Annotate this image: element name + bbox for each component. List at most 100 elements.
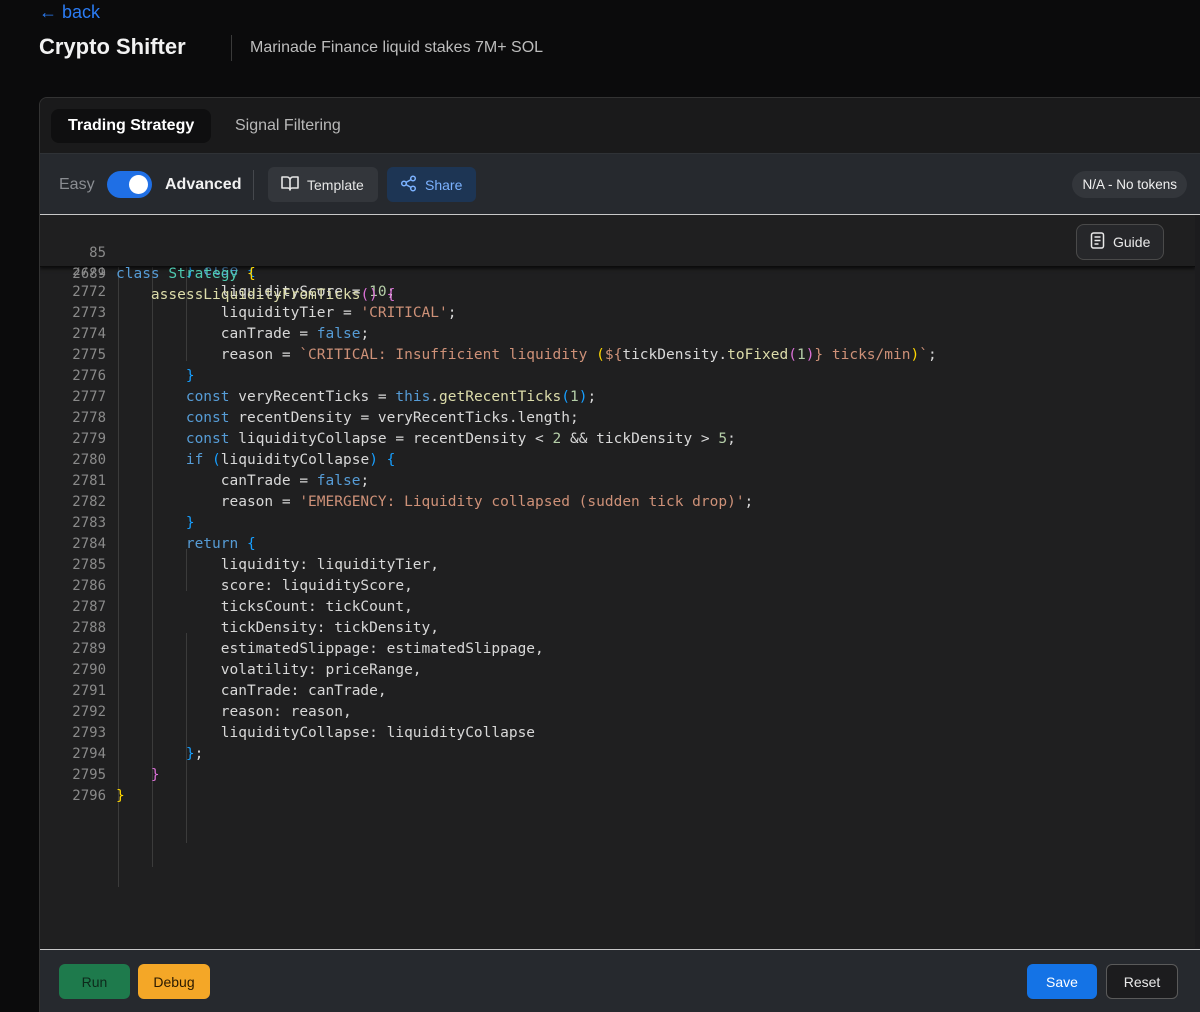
action-footer: Run Debug Save Reset	[40, 949, 1200, 1012]
code-line[interactable]: 2794 };	[40, 744, 1175, 765]
code-line[interactable]: 2777 const veryRecentTicks = this.getRec…	[40, 387, 1175, 408]
code-line[interactable]: 2782 reason = 'EMERGENCY: Liquidity coll…	[40, 492, 1175, 513]
header-divider	[231, 35, 232, 61]
guide-button[interactable]: Guide	[1076, 224, 1165, 260]
mode-easy-label: Easy	[59, 176, 95, 193]
code-line[interactable]: 2785 liquidity: liquidityTier,	[40, 555, 1175, 576]
code-line[interactable]: 2780 if (liquidityCollapse) {	[40, 450, 1175, 471]
code-line[interactable]: 2779 const liquidityCollapse = recentDen…	[40, 429, 1175, 450]
line-number: 2784	[72, 536, 106, 552]
mode-toggle[interactable]	[107, 171, 152, 198]
share-button[interactable]: Share	[387, 167, 476, 202]
code-text: canTrade = false;	[116, 326, 370, 342]
code-text: score: liquidityScore,	[116, 578, 413, 594]
debug-button[interactable]: Debug	[138, 964, 210, 999]
line-number: 2791	[72, 683, 106, 699]
code-line[interactable]: 2786 score: liquidityScore,	[40, 576, 1175, 597]
code-line[interactable]: 2790 volatility: priceRange,	[40, 660, 1175, 681]
line-number: 2786	[72, 578, 106, 594]
code-text: reason = `CRITICAL: Insufficient liquidi…	[116, 347, 937, 363]
code-text: canTrade: canTrade,	[116, 683, 387, 699]
page-subtitle: Marinade Finance liquid stakes 7M+ SOL	[250, 39, 544, 56]
code-text: }	[185, 515, 195, 531]
code-text: const veryRecentTicks = this.getRecentTi…	[185, 389, 597, 405]
code-text: class Strategy {	[116, 266, 256, 282]
line-number: 2783	[72, 515, 106, 531]
reset-button[interactable]: Reset	[1106, 964, 1178, 999]
line-number: 2785	[72, 557, 106, 573]
line-number: 2790	[72, 662, 106, 678]
line-number: 2778	[72, 410, 106, 426]
tab-signal-filtering[interactable]: Signal Filtering	[218, 109, 358, 143]
code-text: assessLiquidityFromTicks() {	[150, 287, 396, 303]
sticky-scroll-header[interactable]: 85 class Strategy { 2689 assessLiquidity…	[40, 215, 1195, 303]
code-line[interactable]: 2775 reason = `CRITICAL: Insufficient li…	[40, 345, 1175, 366]
line-number: 2788	[72, 620, 106, 636]
code-line[interactable]: 2789 estimatedSlippage: estimatedSlippag…	[40, 639, 1175, 660]
code-line[interactable]: 2795 }	[40, 765, 1175, 786]
code-text: }	[150, 767, 160, 783]
code-line[interactable]: 2773 liquidityTier = 'CRITICAL';	[40, 303, 1175, 324]
line-number: 2775	[72, 347, 106, 363]
code-line[interactable]: 2788 tickDensity: tickDensity,	[40, 618, 1175, 639]
code-text: liquidityTier = 'CRITICAL';	[116, 305, 457, 321]
sticky-line[interactable]: 2689 assessLiquidityFromTicks() {	[40, 243, 1175, 303]
editor-toolbar: Easy Advanced Template Share N/A - No to…	[40, 153, 1200, 215]
code-line[interactable]: 2781 canTrade = false;	[40, 471, 1175, 492]
code-text: }	[185, 368, 195, 384]
code-line[interactable]: 2784 return {	[40, 534, 1175, 555]
sticky-line[interactable]: 85 class Strategy {	[40, 222, 1175, 282]
line-number: 2793	[72, 725, 106, 741]
code-text: canTrade = false;	[116, 473, 370, 489]
mode-advanced-label: Advanced	[165, 176, 242, 193]
line-number: 2689	[72, 266, 106, 282]
line-number: 2792	[72, 704, 106, 720]
template-button[interactable]: Template	[268, 167, 378, 202]
code-line[interactable]: 2787 ticksCount: tickCount,	[40, 597, 1175, 618]
line-number: 2794	[72, 746, 106, 762]
token-status-badge: N/A - No tokens	[1072, 171, 1187, 198]
line-number: 2776	[72, 368, 106, 384]
guide-label: Guide	[1113, 234, 1151, 250]
code-line[interactable]: 2774 canTrade = false;	[40, 324, 1175, 345]
code-line[interactable]: 2793 liquidityCollapse: liquidityCollaps…	[40, 723, 1175, 744]
template-label: Template	[307, 176, 364, 193]
code-line[interactable]: 2796}	[40, 786, 1175, 807]
code-line[interactable]: 2792 reason: reason,	[40, 702, 1175, 723]
line-number: 2782	[72, 494, 106, 510]
share-icon	[400, 174, 417, 195]
line-number: 2795	[72, 767, 106, 783]
code-text: tickDensity: tickDensity,	[116, 620, 440, 636]
document-icon	[1090, 232, 1105, 252]
code-text: return {	[185, 536, 256, 552]
line-number: 2796	[72, 788, 106, 804]
tab-trading-strategy[interactable]: Trading Strategy	[51, 109, 212, 143]
code-text: liquidityCollapse: liquidityCollapse	[116, 725, 536, 741]
code-text: ticksCount: tickCount,	[116, 599, 413, 615]
code-text: reason = 'EMERGENCY: Liquidity collapsed…	[116, 494, 754, 510]
line-number: 2779	[72, 431, 106, 447]
back-link[interactable]: ← back	[39, 2, 100, 23]
code-text: const recentDensity = veryRecentTicks.le…	[185, 410, 579, 426]
code-line[interactable]: 2776 }	[40, 366, 1175, 387]
line-number: 2777	[72, 389, 106, 405]
line-number: 2781	[72, 473, 106, 489]
code-text: reason: reason,	[116, 704, 352, 720]
code-line[interactable]: 2778 const recentDensity = veryRecentTic…	[40, 408, 1175, 429]
toolbar-divider	[253, 170, 254, 200]
save-button[interactable]: Save	[1027, 964, 1097, 999]
line-number: 2787	[72, 599, 106, 615]
page-title: Crypto Shifter	[39, 34, 186, 59]
line-number: 2780	[72, 452, 106, 468]
toggle-knob	[129, 175, 148, 194]
book-icon	[281, 175, 299, 194]
tab-bar: Trading Strategy Signal Filtering	[40, 98, 1200, 153]
code-editor[interactable]: 85 class Strategy { 2689 assessLiquidity…	[40, 215, 1195, 948]
code-text: if (liquidityCollapse) {	[185, 452, 396, 468]
line-number: 2774	[72, 326, 106, 342]
code-line[interactable]: 2783 }	[40, 513, 1175, 534]
share-label: Share	[425, 176, 463, 193]
code-text: };	[185, 746, 204, 762]
code-line[interactable]: 2791 canTrade: canTrade,	[40, 681, 1175, 702]
run-button[interactable]: Run	[59, 964, 130, 999]
